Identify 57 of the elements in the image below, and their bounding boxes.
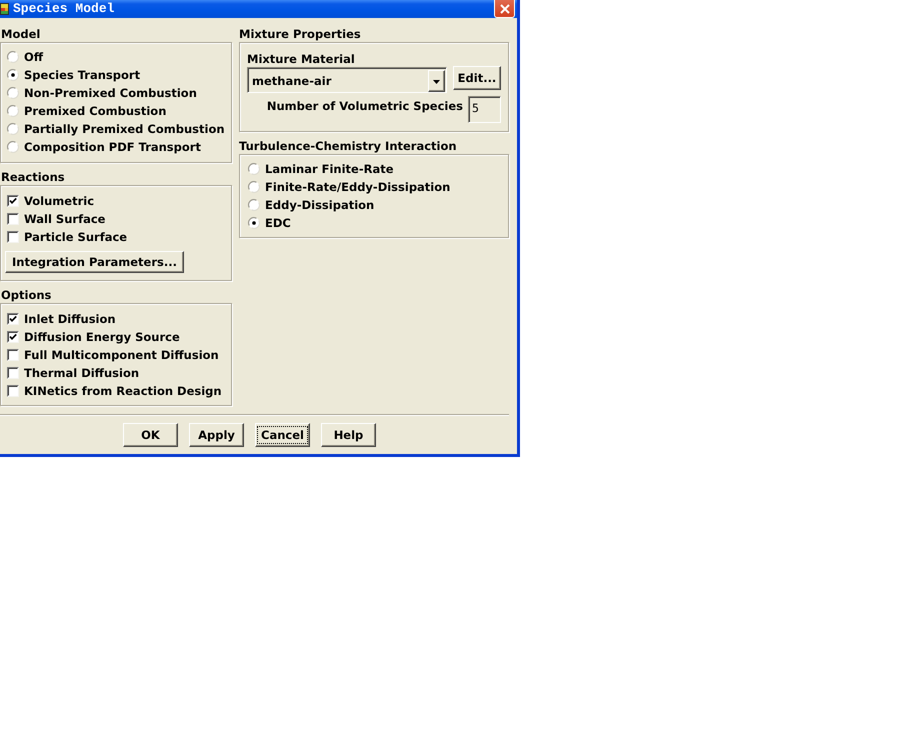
radio-button[interactable]: [7, 141, 19, 153]
section-heading: Turbulence-Chemistry Interaction: [239, 138, 458, 154]
option-label[interactable]: Premixed Combustion: [24, 103, 166, 119]
dialog-button[interactable]: OK: [123, 423, 178, 447]
mixture-material-dropdown[interactable]: methane-air: [247, 67, 447, 93]
radio-button[interactable]: [7, 105, 19, 117]
dialog-button[interactable]: Apply: [189, 423, 244, 447]
section-heading: Options: [0, 287, 52, 303]
radio-button[interactable]: [7, 123, 19, 135]
radio-button[interactable]: [248, 163, 260, 175]
checkbox[interactable]: [7, 349, 19, 361]
app-icon: [0, 3, 9, 15]
checkbox[interactable]: [7, 213, 19, 225]
option-label[interactable]: Wall Surface: [24, 211, 106, 227]
dialog-button[interactable]: Help: [321, 423, 376, 447]
radio-button[interactable]: [7, 51, 19, 63]
checkbox[interactable]: [7, 331, 19, 343]
option-label[interactable]: Diffusion Energy Source: [24, 329, 180, 345]
option-label[interactable]: Thermal Diffusion: [24, 365, 140, 381]
option-label[interactable]: Laminar Finite-Rate: [265, 161, 394, 177]
option-label[interactable]: Non-Premixed Combustion: [24, 85, 197, 101]
option-label[interactable]: Volumetric: [24, 193, 94, 209]
window-title: Species Model: [13, 0, 114, 18]
checkbox[interactable]: [7, 195, 19, 207]
checkbox[interactable]: [7, 367, 19, 379]
edit-button[interactable]: Edit...: [453, 66, 501, 90]
species-count-field[interactable]: 5: [468, 96, 501, 123]
radio-button[interactable]: [248, 217, 260, 229]
option-label[interactable]: Off: [24, 49, 44, 65]
caret-icon: [433, 80, 440, 84]
dialog-button[interactable]: Cancel: [255, 423, 310, 447]
option-label[interactable]: Particle Surface: [24, 229, 128, 245]
radio-button[interactable]: [248, 181, 260, 193]
option-label[interactable]: EDC: [265, 215, 291, 231]
option-label[interactable]: Eddy-Dissipation: [265, 197, 374, 213]
checkbox[interactable]: [7, 385, 19, 397]
option-label[interactable]: KINetics from Reaction Design: [24, 383, 222, 399]
radio-button[interactable]: [248, 199, 260, 211]
radio-button[interactable]: [7, 69, 19, 81]
integration-parameters-button[interactable]: Integration Parameters...: [5, 251, 184, 273]
close-icon: [500, 4, 510, 14]
option-label[interactable]: Full Multicomponent Diffusion: [24, 347, 219, 363]
section-heading: Model: [0, 26, 42, 42]
section-heading: Mixture Properties: [239, 26, 362, 42]
option-label[interactable]: Composition PDF Transport: [24, 139, 201, 155]
option-label[interactable]: Finite-Rate/Eddy-Dissipation: [265, 179, 450, 195]
close-button[interactable]: [494, 0, 515, 18]
field-label: Mixture Material: [247, 51, 356, 67]
checkbox[interactable]: [7, 313, 19, 325]
checkbox[interactable]: [7, 231, 19, 243]
option-label[interactable]: Partially Premixed Combustion: [24, 121, 225, 137]
radio-button[interactable]: [7, 87, 19, 99]
section-heading: Reactions: [0, 169, 66, 185]
option-label[interactable]: Species Transport: [24, 67, 140, 83]
dropdown-button[interactable]: [428, 70, 445, 92]
field-label: Number of Volumetric Species: [266, 98, 463, 114]
option-label[interactable]: Inlet Diffusion: [24, 311, 116, 327]
